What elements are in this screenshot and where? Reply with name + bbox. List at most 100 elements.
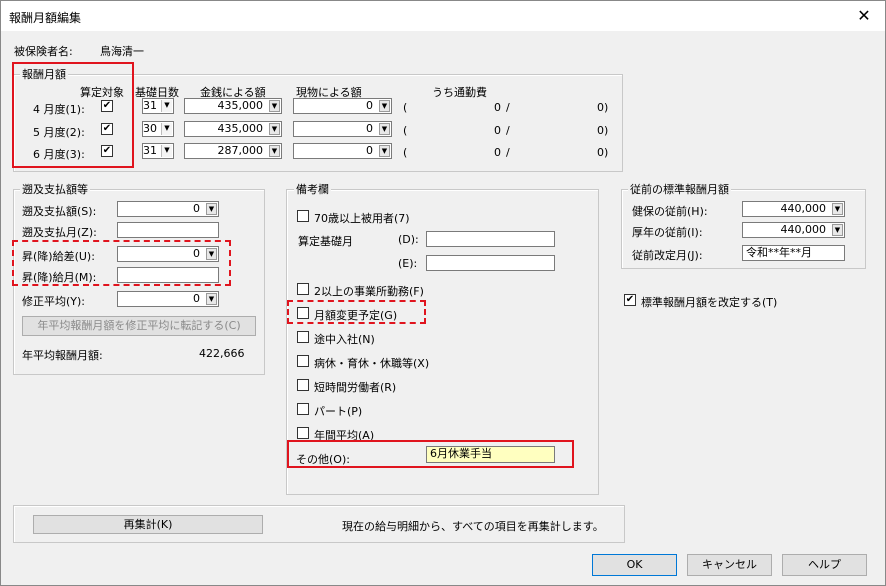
leave-label: 病休・育休・休職等(X) xyxy=(314,357,430,370)
e-label: (E): xyxy=(398,257,418,270)
kind-value: 0 xyxy=(366,99,373,112)
short-time-checkbox[interactable] xyxy=(297,379,309,391)
spin-icon: ▼ xyxy=(379,145,390,157)
money-value: 435,000 xyxy=(217,122,264,135)
days-select[interactable]: 30 ▼ xyxy=(142,121,174,137)
retro-amount-value: 0 xyxy=(193,202,200,215)
paren-open: ( xyxy=(403,101,408,114)
spin-icon: ▼ xyxy=(269,100,280,112)
pension-prev-value: 440,000 xyxy=(780,223,827,236)
spin-icon: ▼ xyxy=(269,123,280,135)
money-value: 435,000 xyxy=(217,99,264,112)
retro-group-label: 遡及支払額等 xyxy=(20,181,90,197)
retro-amount-label: 遡及支払額(S): xyxy=(22,205,97,218)
short-time-label: 短時間労働者(R) xyxy=(314,381,397,394)
days-select[interactable]: 31 ▼ xyxy=(142,143,174,159)
recalc-button[interactable]: 再集計(K) xyxy=(33,515,263,534)
leave-checkbox[interactable] xyxy=(297,355,309,367)
cancel-button[interactable]: キャンセル xyxy=(687,554,772,576)
annotation-dashed-box xyxy=(12,240,231,286)
money-input[interactable]: 435,000 ▼ xyxy=(184,98,282,114)
retro-amount-input[interactable]: 0 ▼ xyxy=(117,201,219,217)
commute-b: 0) xyxy=(597,124,609,137)
spin-icon: ▼ xyxy=(832,203,843,215)
recalc-description: 現在の給与明細から、すべての項目を再集計します。 xyxy=(342,520,604,533)
revise-standard-checkbox[interactable]: ✔ xyxy=(624,294,636,306)
spin-icon: ▼ xyxy=(269,145,280,157)
previous-group-label: 従前の標準報酬月額 xyxy=(628,181,731,197)
health-prev-value: 440,000 xyxy=(780,202,827,215)
spin-icon: ▼ xyxy=(206,293,217,305)
part-label: パート(P) xyxy=(314,405,363,418)
commute-a: 0 xyxy=(494,101,501,114)
pension-prev-input[interactable]: 440,000 ▼ xyxy=(742,222,845,238)
annual-avg-value: 422,666 xyxy=(199,347,245,360)
retro-month-input[interactable] xyxy=(117,222,219,238)
health-prev-input[interactable]: 440,000 ▼ xyxy=(742,201,845,217)
annotation-box xyxy=(287,440,574,468)
chevron-down-icon: ▼ xyxy=(161,123,172,135)
calc-month-label: 算定基礎月 xyxy=(298,235,353,248)
multi-office-label: 2以上の事業所勤務(F) xyxy=(314,285,424,298)
annotation-box xyxy=(12,62,134,168)
close-icon[interactable]: ✕ xyxy=(853,5,875,27)
multi-office-checkbox[interactable] xyxy=(297,283,309,295)
remarks-group-label: 備考欄 xyxy=(294,181,331,197)
over70-checkbox[interactable] xyxy=(297,210,309,222)
commute-a: 0 xyxy=(494,146,501,159)
part-checkbox[interactable] xyxy=(297,403,309,415)
spin-icon: ▼ xyxy=(379,123,390,135)
revised-avg-label: 修正平均(Y): xyxy=(22,295,86,308)
title-bar: 報酬月額編集 ✕ xyxy=(1,1,885,31)
annual-avg-label: 年平均報酬月額: xyxy=(22,349,103,362)
paren-open: ( xyxy=(403,146,408,159)
chevron-down-icon: ▼ xyxy=(161,145,172,157)
days-value: 31 xyxy=(143,144,157,157)
kind-input[interactable]: 0 ▼ xyxy=(293,121,392,137)
health-prev-label: 健保の従前(H): xyxy=(632,205,708,218)
revised-avg-input[interactable]: 0 ▼ xyxy=(117,291,219,307)
pension-prev-label: 厚年の従前(I): xyxy=(632,226,703,239)
slash: / xyxy=(506,146,510,159)
mid-join-checkbox[interactable] xyxy=(297,331,309,343)
money-value: 287,000 xyxy=(217,144,264,157)
revise-standard-label: 標準報酬月額を改定する(T) xyxy=(641,296,778,309)
days-value: 30 xyxy=(143,122,157,135)
kind-input[interactable]: 0 ▼ xyxy=(293,98,392,114)
slash: / xyxy=(506,124,510,137)
window-title: 報酬月額編集 xyxy=(9,11,82,25)
over70-label: 70歳以上被用者(7) xyxy=(314,212,410,225)
revise-month-input[interactable]: 令和**年**月 xyxy=(742,245,845,261)
d-label: (D): xyxy=(398,233,419,246)
header-commute: うち通勤費 xyxy=(432,86,487,99)
slash: / xyxy=(506,101,510,114)
chevron-down-icon: ▼ xyxy=(161,100,172,112)
kind-value: 0 xyxy=(366,144,373,157)
transfer-button[interactable]: 年平均報酬月額を修正平均に転記する(C) xyxy=(22,316,256,336)
insured-label: 被保険者名: xyxy=(14,45,73,58)
help-button[interactable]: ヘルプ xyxy=(782,554,867,576)
kind-input[interactable]: 0 ▼ xyxy=(293,143,392,159)
commute-b: 0) xyxy=(597,146,609,159)
ok-button[interactable]: OK xyxy=(592,554,677,576)
money-input[interactable]: 435,000 ▼ xyxy=(184,121,282,137)
annotation-dashed-box xyxy=(287,300,426,324)
spin-icon: ▼ xyxy=(832,224,843,236)
money-input[interactable]: 287,000 ▼ xyxy=(184,143,282,159)
days-value: 31 xyxy=(143,99,157,112)
days-select[interactable]: 31 ▼ xyxy=(142,98,174,114)
spin-icon: ▼ xyxy=(379,100,390,112)
annual-avg-checkbox[interactable] xyxy=(297,427,309,439)
commute-a: 0 xyxy=(494,124,501,137)
insured-name: 鳥海清一 xyxy=(100,45,144,58)
mid-join-label: 途中入社(N) xyxy=(314,333,375,346)
revised-avg-value: 0 xyxy=(193,292,200,305)
revise-month-label: 従前改定月(J): xyxy=(632,249,703,262)
calc-month-d-input[interactable] xyxy=(426,231,555,247)
commute-b: 0) xyxy=(597,101,609,114)
kind-value: 0 xyxy=(366,122,373,135)
calc-month-e-input[interactable] xyxy=(426,255,555,271)
spin-icon: ▼ xyxy=(206,203,217,215)
retro-month-label: 遡及支払月(Z): xyxy=(22,226,97,239)
paren-open: ( xyxy=(403,124,408,137)
